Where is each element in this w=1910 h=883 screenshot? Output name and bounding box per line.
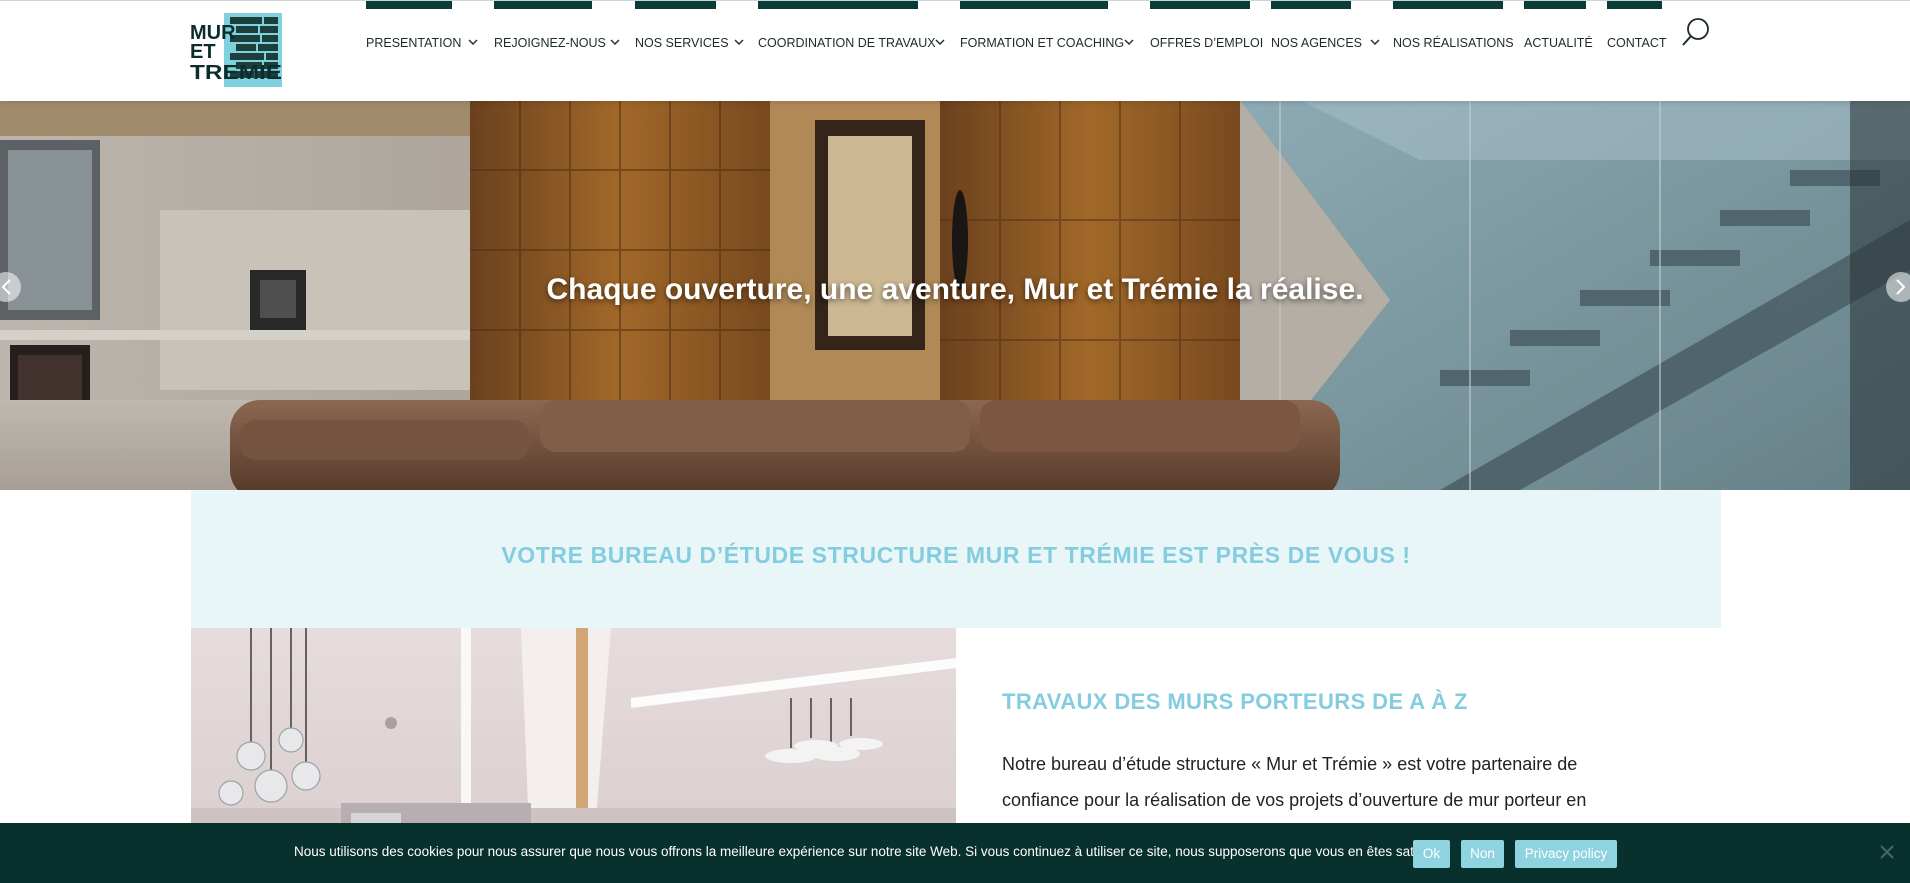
- site-header: MUR ET TREMIE PRESENTATION REJOIGNEZ-NOU…: [0, 0, 1910, 101]
- close-icon[interactable]: [1879, 844, 1895, 860]
- chevron-right-icon: [1896, 279, 1906, 295]
- intro-banner: VOTRE BUREAU D’ÉTUDE STRUCTURE MUR ET TR…: [191, 490, 1721, 628]
- nav-label: FORMATION ET COACHING: [960, 36, 1125, 50]
- nav-label: NOS AGENCES: [1271, 36, 1362, 50]
- cookie-ok-button[interactable]: Ok: [1413, 840, 1450, 868]
- slider-next-button[interactable]: [1886, 272, 1910, 302]
- chevron-down-icon[interactable]: [1370, 38, 1380, 46]
- nav-label: OFFRES D’EMPLOI: [1150, 36, 1264, 50]
- svg-text:TREMIE: TREMIE: [190, 62, 282, 84]
- hero-slider: Chaque ouverture, une aventure, Mur et T…: [0, 100, 1910, 490]
- chevron-down-icon[interactable]: [935, 38, 945, 46]
- cookie-no-button[interactable]: Non: [1461, 840, 1504, 868]
- logo[interactable]: MUR ET TREMIE: [190, 13, 282, 87]
- nav-label: NOS RÉALISATIONS: [1393, 36, 1514, 50]
- section-title: TRAVAUX DES MURS PORTEURS DE A À Z: [1002, 689, 1468, 714]
- search-icon[interactable]: [1681, 17, 1711, 49]
- slider-prev-button[interactable]: [0, 272, 21, 302]
- nav-label: CONTACT: [1607, 36, 1667, 50]
- section-body: Notre bureau d’étude structure « Mur et …: [1002, 754, 1587, 810]
- svg-text:ET: ET: [190, 41, 216, 63]
- chevron-down-icon[interactable]: [610, 38, 620, 46]
- nav-label: REJOIGNEZ-NOUS: [494, 36, 606, 50]
- nav-label: ACTUALITÉ: [1524, 36, 1593, 50]
- chevron-left-icon: [1, 279, 11, 295]
- privacy-policy-button[interactable]: Privacy policy: [1515, 840, 1617, 868]
- chevron-down-icon[interactable]: [734, 38, 744, 46]
- cookie-text: Nous utilisons des cookies pour nous ass…: [294, 844, 1446, 859]
- banner-title: VOTRE BUREAU D’ÉTUDE STRUCTURE MUR ET TR…: [501, 542, 1411, 568]
- chevron-down-icon[interactable]: [468, 38, 478, 46]
- hero-caption: Chaque ouverture, une aventure, Mur et T…: [546, 273, 1364, 306]
- chevron-down-icon[interactable]: [1124, 38, 1134, 46]
- nav-label: NOS SERVICES: [635, 36, 729, 50]
- cookie-banner: Nous utilisons des cookies pour nous ass…: [0, 823, 1910, 883]
- nav-label: COORDINATION DE TRAVAUX: [758, 36, 936, 50]
- nav-label: PRESENTATION: [366, 36, 462, 50]
